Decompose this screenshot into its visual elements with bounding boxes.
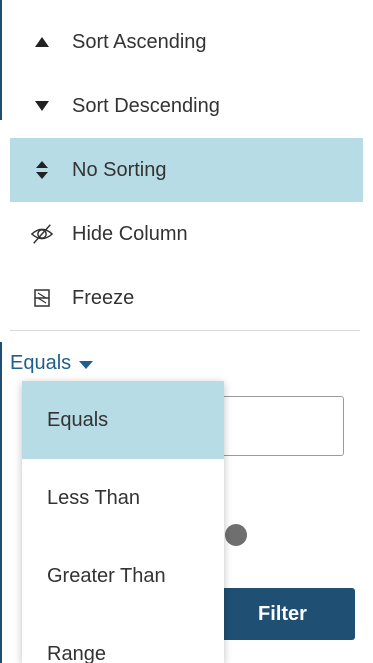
dropdown-option-equals[interactable]: Equals: [22, 381, 224, 459]
left-accent-bar-top: [0, 0, 2, 120]
dropdown-option-greater-than[interactable]: Greater Than: [22, 537, 224, 615]
menu-item-label: No Sorting: [72, 158, 167, 181]
freeze-icon: [30, 286, 54, 310]
menu-item-no-sorting[interactable]: No Sorting: [10, 138, 363, 202]
dropdown-option-range[interactable]: Range: [22, 615, 224, 663]
filter-value-input[interactable]: [220, 396, 344, 456]
menu-divider: [10, 330, 360, 331]
sort-descending-icon: [30, 94, 54, 118]
menu-item-label: Sort Ascending: [72, 30, 207, 53]
filter-operator-label: Equals: [10, 352, 72, 374]
toggle-handle[interactable]: [225, 524, 247, 546]
column-menu: Sort Ascending Sort Descending No Sortin…: [10, 10, 363, 330]
hide-column-icon: [30, 222, 54, 246]
left-accent-bar-bottom: [0, 342, 2, 663]
menu-item-label: Hide Column: [72, 222, 188, 245]
dropdown-option-less-than[interactable]: Less Than: [22, 459, 224, 537]
menu-item-label: Sort Descending: [72, 94, 220, 117]
menu-item-sort-descending[interactable]: Sort Descending: [10, 74, 363, 138]
menu-item-hide-column[interactable]: Hide Column: [10, 202, 363, 266]
menu-item-label: Freeze: [72, 286, 135, 309]
menu-item-sort-ascending[interactable]: Sort Ascending: [10, 10, 363, 74]
filter-button[interactable]: Filter: [210, 588, 355, 640]
no-sorting-icon: [30, 158, 54, 182]
menu-item-freeze[interactable]: Freeze: [10, 266, 363, 330]
chevron-down-icon: [79, 360, 94, 369]
filter-operator-select[interactable]: Equals: [10, 352, 94, 375]
filter-operator-dropdown: Equals Less Than Greater Than Range: [22, 381, 224, 663]
sort-ascending-icon: [30, 30, 54, 54]
